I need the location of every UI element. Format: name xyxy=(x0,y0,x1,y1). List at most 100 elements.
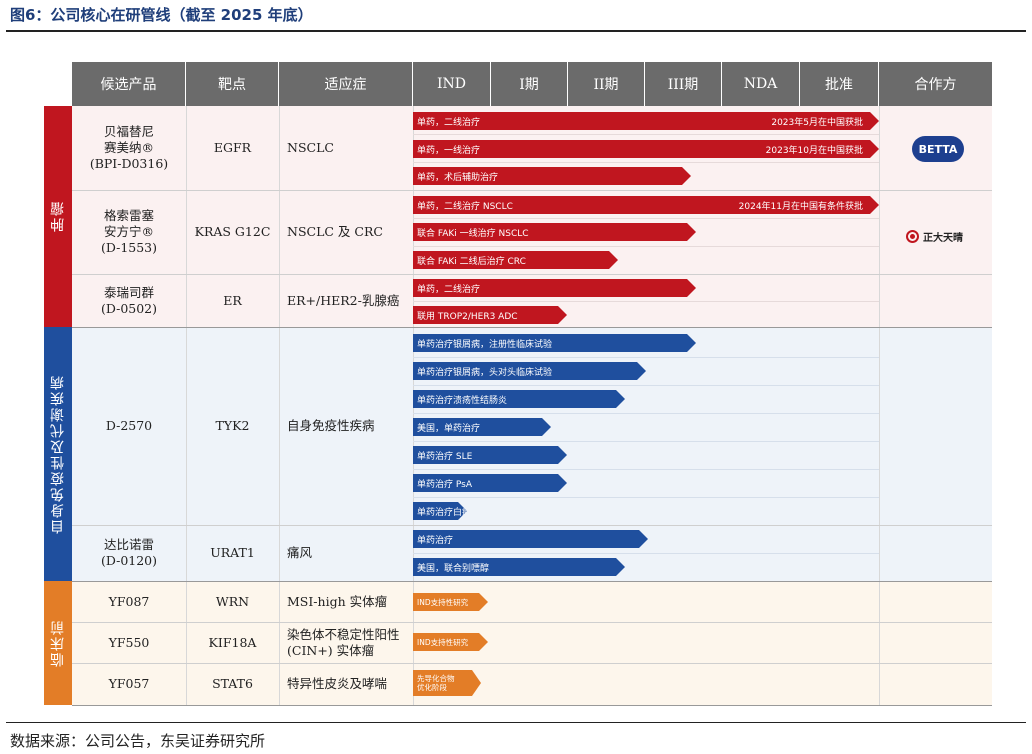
bar-note: 2023年5月在中国获批 xyxy=(771,117,863,128)
pipeline-bar: 单药，二线治疗 xyxy=(413,279,696,297)
chiatai-tianqing-logo: 正大天晴 xyxy=(906,228,963,244)
header-ind: IND xyxy=(413,62,491,106)
bar-label: 联合 FAKi 二线后治疗 CRC xyxy=(417,256,526,267)
pipeline-bar: 单药治疗 xyxy=(413,530,648,548)
drug-target: ER xyxy=(223,292,242,308)
drug-indication: MSI-high 实体瘤 xyxy=(287,593,388,609)
pipeline-bar: 单药治疗溃疡性结肠炎 xyxy=(413,390,625,408)
subrow-line xyxy=(413,301,879,302)
bar-label: 联用 TROP2/HER3 ADC xyxy=(417,311,518,322)
pipeline-bar: 单药治疗 SLE xyxy=(413,446,567,464)
bar-label: 美国，单药治疗 xyxy=(417,423,481,434)
header-target: 靶点 xyxy=(186,62,279,106)
footer-rule xyxy=(6,722,1026,723)
pipeline-bar: 联合 FAKi 二线后治疗 CRC xyxy=(413,251,618,269)
header-phase2: II期 xyxy=(568,62,645,106)
bar-label: 单药，术后辅助治疗 xyxy=(417,172,499,183)
pipeline-bar: 单药治疗 PsA xyxy=(413,474,567,492)
subrow-line xyxy=(413,385,879,386)
header-partner: 合作方 xyxy=(879,62,992,106)
drug-name: D-2570 xyxy=(105,418,153,433)
grid-line xyxy=(879,106,880,705)
pipeline-bar: 单药治疗银屑病，注册性临床试验 xyxy=(413,334,696,352)
drug-indication: 染色体不稳定性阳性 (CIN+) 实体瘤 xyxy=(287,626,400,658)
bar-label: 单药治疗 PsA xyxy=(417,479,472,490)
header-candidate: 候选产品 xyxy=(72,62,186,106)
pipeline-bar: 美国，联合别嘌醇 xyxy=(413,558,625,576)
bar-label: IND支持性研究 xyxy=(417,637,469,647)
drug-indication: NSCLC xyxy=(287,140,334,155)
pipeline-bar: 单药，二线治疗 NSCLC 2024年11月在中国有条件获批 xyxy=(413,196,879,214)
bar-label: 单药治疗银屑病，注册性临床试验 xyxy=(417,339,553,350)
subrow-line xyxy=(413,469,879,470)
header-approval: 批准 xyxy=(800,62,879,106)
drug-name: 达比诺雷 (D-0120) xyxy=(100,537,158,568)
chiatai-tianqing-mark-icon xyxy=(906,229,919,243)
title-rule xyxy=(6,30,1026,32)
drug-name: YF087 xyxy=(108,593,150,609)
drug-indication: ER+/HER2-乳腺癌 xyxy=(287,292,400,308)
pipeline-bar: 单药，术后辅助治疗 xyxy=(413,167,691,185)
drug-target: URAT1 xyxy=(210,545,255,560)
subrow-line xyxy=(413,246,879,247)
source-note: 数据来源：公司公告，东吴证券研究所 xyxy=(10,732,266,750)
bar-label: 单药治疗 SLE xyxy=(417,451,473,462)
bar-label: 单药，二线治疗 xyxy=(417,284,481,295)
bar-label: 先导化合物 优化阶段 xyxy=(417,674,455,692)
bar-label: 单药治疗溃疡性结肠炎 xyxy=(417,395,508,406)
subrow-line xyxy=(413,413,879,414)
drug-indication: NSCLC 及 CRC xyxy=(287,224,383,239)
band-oncology: 肿瘤 xyxy=(44,106,72,327)
header-nda: NDA xyxy=(722,62,800,106)
pipeline-bar: 单药，二线治疗 2023年5月在中国获批 xyxy=(413,112,879,130)
drug-indication: 自身免疫性疾病 xyxy=(287,418,375,433)
figure-title: 图6：公司核心在研管线（截至 2025 年底） xyxy=(10,6,313,24)
subrow-line xyxy=(413,134,879,135)
pipeline-bar: IND支持性研究 xyxy=(413,593,488,611)
subrow-line xyxy=(413,162,879,163)
bar-label: 单药治疗银屑病，头对头临床试验 xyxy=(417,367,553,378)
bar-note: 2023年10月在中国获批 xyxy=(765,145,863,156)
drug-target: TYK2 xyxy=(215,418,250,433)
drug-target: STAT6 xyxy=(212,676,253,691)
pipeline-bar: 先导化合物 优化阶段 xyxy=(413,670,481,696)
bar-label: 联合 FAKi 一线治疗 NSCLC xyxy=(417,228,529,239)
subrow-line xyxy=(413,441,879,442)
pipeline-bar: 单药治疗银屑病，头对头临床试验 xyxy=(413,362,646,380)
pipeline-bar: 单药，一线治疗 2023年10月在中国获批 xyxy=(413,140,879,158)
bar-note: 2024年11月在中国有条件获批 xyxy=(738,201,863,212)
pipeline-bar: 美国，单药治疗 xyxy=(413,418,551,436)
drug-name: YF550 xyxy=(108,634,150,650)
bar-label: IND支持性研究 xyxy=(417,597,469,607)
drug-name: YF057 xyxy=(108,676,150,691)
drug-name: 泰瑞司群 (D-0502) xyxy=(100,284,158,316)
header-indication: 适应症 xyxy=(279,62,413,106)
drug-target: KIF18A xyxy=(208,634,257,650)
partner-name: 正大天晴 xyxy=(923,232,963,244)
bar-label: 单药，一线治疗 xyxy=(417,145,481,156)
pipeline-bar: 联合 FAKi 一线治疗 NSCLC xyxy=(413,223,696,241)
betta-logo: BETTA xyxy=(912,136,964,162)
drug-indication: 特异性皮炎及哮喘 xyxy=(287,676,388,691)
subrow-line xyxy=(413,553,879,554)
band-autoimmune: 自身免疫性及代谢疾病 xyxy=(44,327,72,581)
drug-target: KRAS G12C xyxy=(194,224,271,239)
bar-label: 单药，二线治疗 NSCLC xyxy=(417,201,513,212)
bar-label: 单药治疗 xyxy=(417,535,454,546)
pipeline-bar: IND支持性研究 xyxy=(413,633,488,651)
bar-label: 单药，二线治疗 xyxy=(417,117,481,128)
drug-name: 格索雷塞 安方宁® (D-1553) xyxy=(100,208,158,255)
subrow-line xyxy=(413,357,879,358)
pipeline-bar: 联用 TROP2/HER3 ADC xyxy=(413,306,567,324)
subrow-line xyxy=(413,218,879,219)
row-divider xyxy=(72,705,992,706)
header-phase3: III期 xyxy=(645,62,722,106)
subrow-line xyxy=(413,497,879,498)
drug-indication: 痛风 xyxy=(287,545,313,560)
bar-label: 美国，联合别嘌醇 xyxy=(417,563,490,574)
drug-target: WRN xyxy=(215,593,250,609)
drug-name: 贝福替尼 赛美纳® (BPI-D0316) xyxy=(89,124,169,171)
drug-target: EGFR xyxy=(213,140,252,155)
pipeline-bar: 单药治疗白癜风 xyxy=(413,502,467,520)
header-phase1: I期 xyxy=(491,62,568,106)
